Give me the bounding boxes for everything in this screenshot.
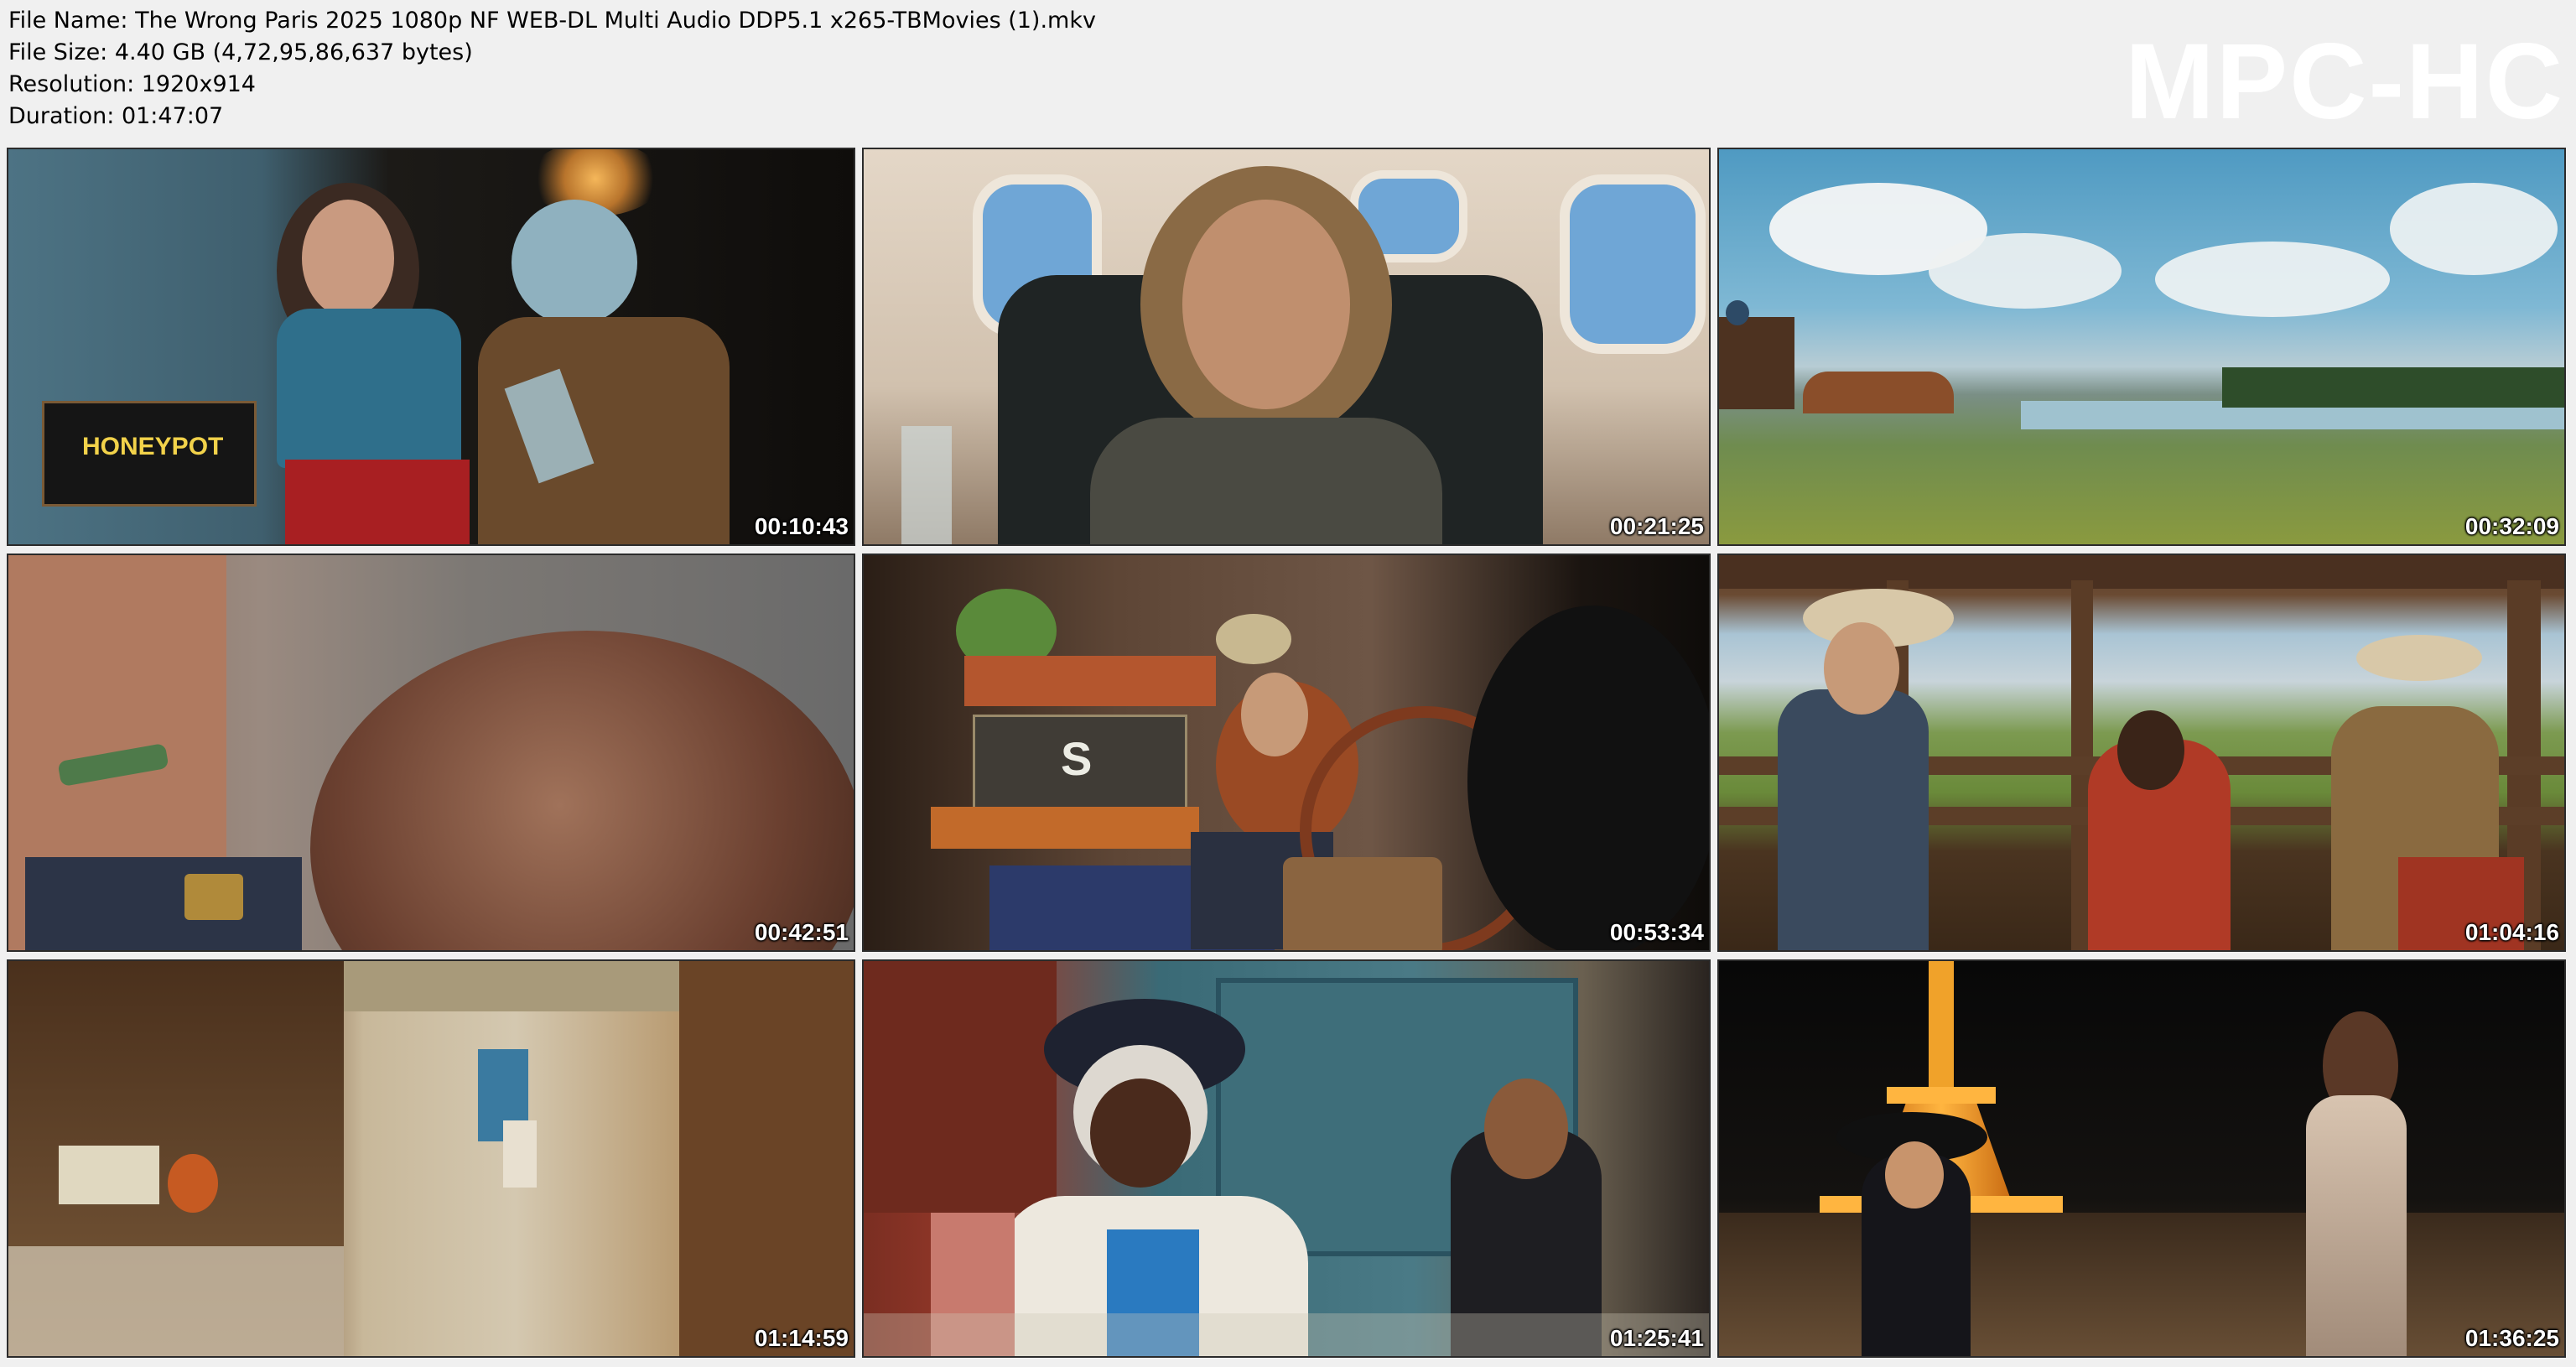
resolution-text: Resolution: 1920x914 bbox=[8, 71, 256, 97]
scene-image-4 bbox=[8, 555, 854, 950]
timestamp-8: 01:25:41 bbox=[1609, 1325, 1704, 1351]
honeypot-sign: HONEYPOT bbox=[82, 433, 224, 460]
timestamp-6: 01:04:16 bbox=[2464, 919, 2559, 945]
file-info-header: File Name: The Wrong Paris 2025 1080p NF… bbox=[8, 5, 2105, 139]
timestamp-3: 00:32:09 bbox=[2464, 513, 2559, 539]
timestamp-5: 00:53:34 bbox=[1609, 919, 1704, 945]
scene-image-3 bbox=[1719, 149, 2564, 544]
scene-image-6 bbox=[1719, 555, 2564, 950]
thumbnail-3: 00:32:09 bbox=[1717, 148, 2566, 546]
duration-text: Duration: 01:47:07 bbox=[8, 103, 224, 129]
file-name-text: File Name: The Wrong Paris 2025 1080p NF… bbox=[8, 8, 1096, 34]
scene-image-2 bbox=[864, 149, 1709, 544]
thumbnail-grid: HONEYPOT 00:10:43 00:21:25 00:32:09 00:4… bbox=[7, 148, 2569, 1360]
thumbnail-1: HONEYPOT 00:10:43 bbox=[7, 148, 855, 546]
scene-image-5: S bbox=[864, 555, 1709, 950]
scene-image-9 bbox=[1719, 961, 2564, 1356]
timestamp-9: 01:36:25 bbox=[2464, 1325, 2559, 1351]
thumbnail-4: 00:42:51 bbox=[7, 554, 855, 952]
mpc-hc-logo: MPC-HC bbox=[2125, 22, 2564, 142]
thumbnail-9: 01:36:25 bbox=[1717, 959, 2566, 1358]
scene-image-8 bbox=[864, 961, 1709, 1356]
thumbnail-6: 01:04:16 bbox=[1717, 554, 2566, 952]
scene-image-7 bbox=[8, 961, 854, 1356]
scene-image-1: HONEYPOT bbox=[8, 149, 854, 544]
thumbnail-8: 01:25:41 bbox=[862, 959, 1711, 1358]
timestamp-7: 01:14:59 bbox=[754, 1325, 849, 1351]
thumbnail-7: 01:14:59 bbox=[7, 959, 855, 1358]
thumbnail-2: 00:21:25 bbox=[862, 148, 1711, 546]
timestamp-4: 00:42:51 bbox=[754, 919, 849, 945]
silver-spur-ranch-logo: S bbox=[1061, 732, 1093, 785]
timestamp-2: 00:21:25 bbox=[1609, 513, 1704, 539]
timestamp-1: 00:10:43 bbox=[754, 513, 849, 539]
file-size-text: File Size: 4.40 GB (4,72,95,86,637 bytes… bbox=[8, 39, 473, 65]
thumbnail-5: S 00:53:34 bbox=[862, 554, 1711, 952]
